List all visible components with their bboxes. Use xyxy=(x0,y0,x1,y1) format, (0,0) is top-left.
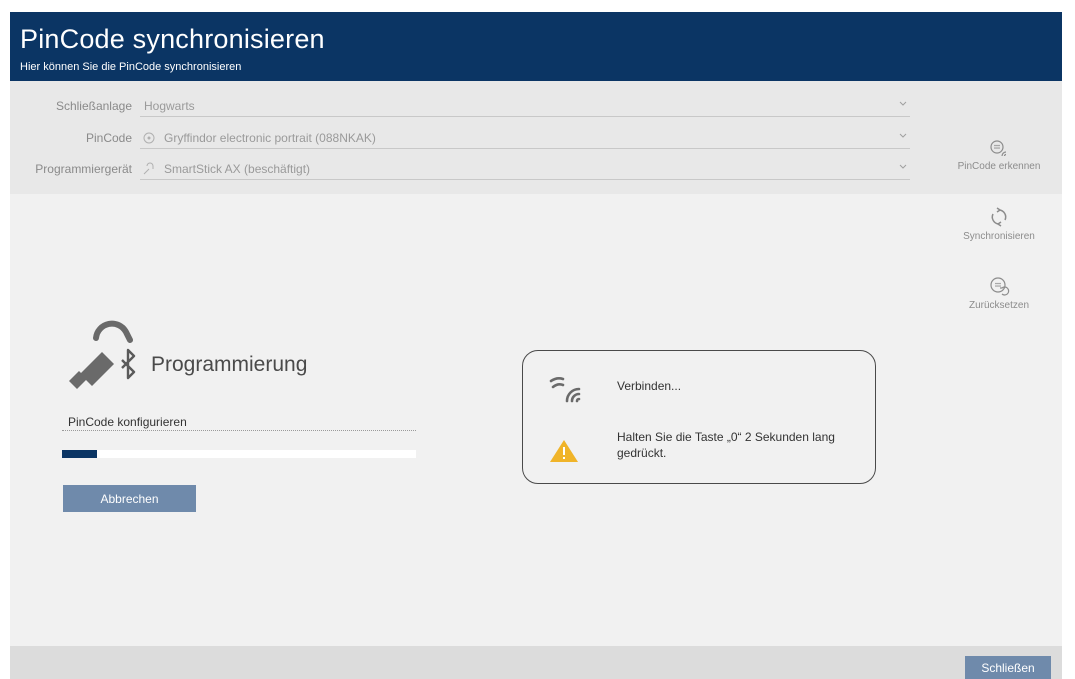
sync-dialog: PinCode synchronisieren Hier können Sie … xyxy=(10,12,1062,679)
page-subtitle: Hier können Sie die PinCode synchronisie… xyxy=(20,61,242,73)
reset-label: Zurücksetzen xyxy=(968,300,1030,311)
pincode-select[interactable]: Gryffindor electronic portrait (088NKAK) xyxy=(140,127,910,149)
pincode-value: Gryffindor electronic portrait (088NKAK) xyxy=(164,131,376,145)
chevron-down-icon xyxy=(899,101,907,106)
cancel-button[interactable]: Abbrechen xyxy=(63,485,196,512)
page-title: PinCode synchronisieren xyxy=(20,24,325,54)
progress-fill xyxy=(62,450,98,458)
instruction-text: Halten Sie die Taste „0“ 2 Sekunden lang… xyxy=(617,430,835,460)
locking-system-label: Schließanlage xyxy=(55,99,132,113)
step-divider xyxy=(62,430,416,431)
programmer-row: Programmiergerät SmartStick AX (beschäft… xyxy=(10,158,915,180)
main-area: Programmierung PinCode konfigurieren Abb… xyxy=(10,194,915,646)
dialog-footer: Schließen xyxy=(10,646,1062,679)
programmer-value: SmartStick AX (beschäftigt) xyxy=(164,162,311,176)
step-label: PinCode konfigurieren xyxy=(68,415,187,429)
sync-icon xyxy=(991,207,1007,227)
sync-label: Synchronisieren xyxy=(963,231,1035,242)
locking-system-select[interactable]: Hogwarts xyxy=(140,95,910,117)
programming-title: Programmierung xyxy=(151,353,308,376)
selection-form: Schließanlage Hogwarts PinCode Gryffindo… xyxy=(10,81,1062,194)
chevron-down-icon xyxy=(899,133,907,138)
pincode-label: PinCode xyxy=(85,131,132,145)
close-button[interactable]: Schließen xyxy=(965,656,1051,679)
chevron-down-icon xyxy=(899,164,907,169)
reset-button[interactable]: Zurücksetzen xyxy=(944,276,1054,311)
locking-system-value: Hogwarts xyxy=(144,99,195,113)
programmer-select[interactable]: SmartStick AX (beschäftigt) xyxy=(140,158,910,180)
progress-bar xyxy=(62,450,416,458)
pincode-icon xyxy=(143,132,155,144)
wireless-signal-icon xyxy=(549,377,581,403)
smartstick-bluetooth-icon xyxy=(69,320,136,389)
programmer-label: Programmiergerät xyxy=(35,162,132,176)
pincode-reset-icon xyxy=(990,277,1010,296)
sync-button[interactable]: Synchronisieren xyxy=(944,207,1054,242)
dialog-header: PinCode synchronisieren Hier können Sie … xyxy=(10,12,1062,81)
status-panel: Verbinden... Halten Sie die Taste „0“ 2 … xyxy=(522,350,876,484)
detect-pincode-label: PinCode erkennen xyxy=(957,161,1041,172)
pincode-row: PinCode Gryffindor electronic portrait (… xyxy=(10,127,915,149)
pincode-wireless-icon xyxy=(990,140,1007,157)
detect-pincode-button[interactable]: PinCode erkennen xyxy=(944,139,1054,172)
connecting-text: Verbinden... xyxy=(617,379,682,393)
locking-system-row: Schließanlage Hogwarts xyxy=(10,95,915,117)
smartstick-icon xyxy=(143,162,154,175)
warning-triangle-icon xyxy=(550,440,578,462)
